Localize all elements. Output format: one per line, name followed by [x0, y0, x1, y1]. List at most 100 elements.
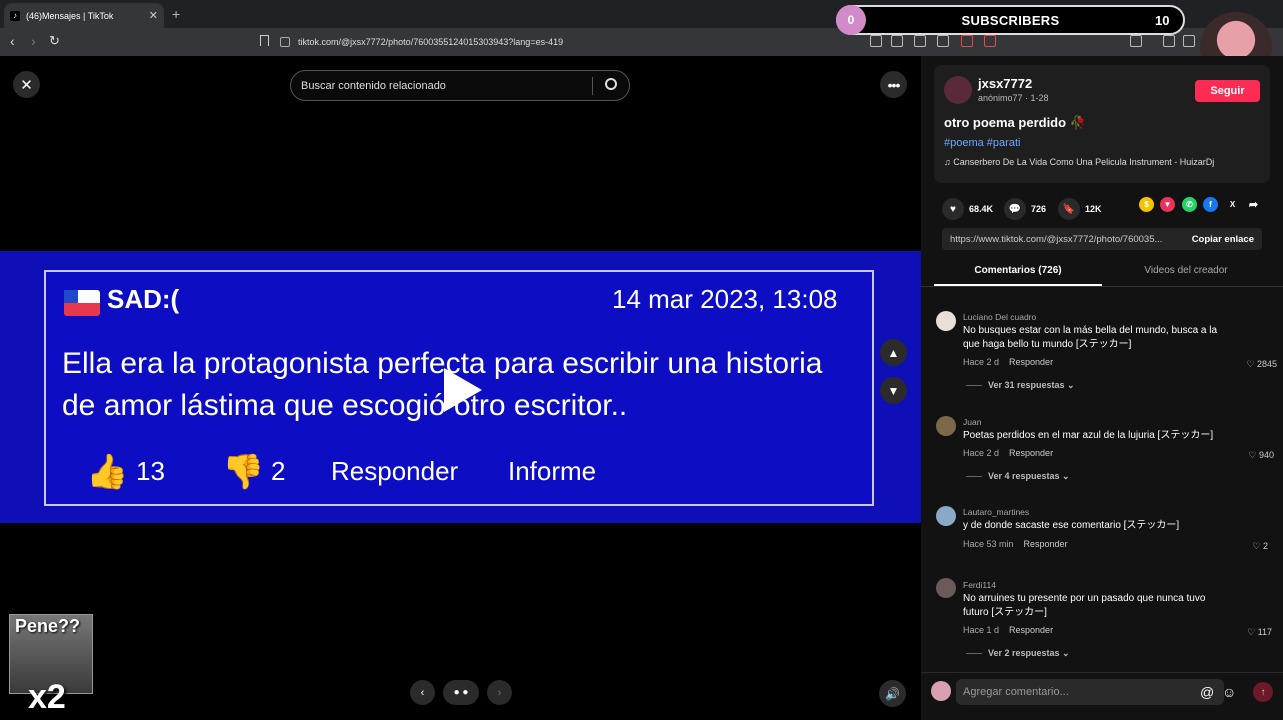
- share-page-icon[interactable]: [937, 35, 949, 47]
- bookmark-save-icon: 🔖: [1058, 198, 1080, 220]
- comment-like-count: 117: [1257, 627, 1272, 637]
- speaker-icon: 🔊: [885, 686, 900, 701]
- post-hashtags[interactable]: #poema #parati: [944, 137, 1020, 149]
- sticker-caption: Pene??: [15, 616, 81, 636]
- author-username[interactable]: jxsx7772: [978, 76, 1032, 91]
- facebook-icon[interactable]: f: [1203, 197, 1218, 212]
- send-comment-button[interactable]: ↑: [1253, 682, 1273, 702]
- comment-author[interactable]: Ferdi114: [963, 580, 996, 590]
- comment-avatar[interactable]: [936, 416, 956, 436]
- comment-author[interactable]: Luciano Del cuadro: [963, 312, 1036, 322]
- post-link[interactable]: https://www.tiktok.com/@jxsx7772/photo/7…: [942, 234, 1184, 245]
- back-button[interactable]: ‹: [10, 33, 15, 49]
- view-replies-button[interactable]: Ver 4 respuestas ⌄: [966, 471, 1070, 482]
- play-icon[interactable]: [444, 368, 482, 412]
- close-viewer-button[interactable]: ✕: [13, 71, 40, 98]
- x-twitter-icon[interactable]: X: [1225, 197, 1240, 212]
- comment-text: No busques estar con la más bella del mu…: [963, 325, 1218, 350]
- subscriber-goal: 10: [1155, 12, 1170, 28]
- chile-flag-icon: [64, 290, 100, 316]
- comment-reply-button[interactable]: Responder: [1009, 357, 1053, 367]
- post-music[interactable]: ♫ Canserbero De La Vida Como Una Pelicul…: [944, 157, 1214, 167]
- comment-time: Hace 1 d: [963, 625, 1000, 635]
- heart-outline-icon: ♡: [1252, 541, 1263, 551]
- browser-tab[interactable]: ♪ (46)Mensajes | TikTok ✕: [4, 3, 164, 28]
- comment-likes[interactable]: ♡ 117: [1222, 627, 1272, 638]
- comment-input[interactable]: [956, 679, 1224, 705]
- next-photo-button[interactable]: ›: [487, 680, 512, 705]
- new-tab-button[interactable]: +: [172, 6, 180, 22]
- view-replies-button[interactable]: Ver 2 respuestas ⌄: [966, 648, 1070, 659]
- reload-button[interactable]: ↻: [49, 33, 60, 49]
- comment-likes[interactable]: ♡ 2845: [1227, 359, 1277, 370]
- extension-icon[interactable]: [961, 35, 973, 47]
- photo-dots-indicator: ● ●: [443, 680, 479, 705]
- forward-button[interactable]: ›: [31, 33, 36, 49]
- tab-creator-videos[interactable]: Videos del creador: [1102, 265, 1270, 276]
- author-subline: anónimo77 · 1-28: [978, 93, 1049, 103]
- sidebar-icon[interactable]: [1183, 35, 1195, 47]
- previous-post-button[interactable]: ▲: [880, 339, 907, 366]
- comment-reply-button[interactable]: Responder: [1009, 448, 1053, 458]
- like-stat[interactable]: ♥ 68.4K: [942, 198, 993, 220]
- card-date: 14 mar 2023, 13:08: [612, 284, 838, 314]
- comment-time: Hace 53 min: [963, 539, 1014, 549]
- screenshot-icon[interactable]: [1130, 35, 1142, 47]
- subscriber-label: SUBSCRIBERS: [961, 12, 1060, 28]
- card-report-label: Informe: [508, 456, 597, 486]
- share-repost-icon[interactable]: ▼: [1160, 197, 1175, 212]
- thumbs-up-icon: 👍: [86, 453, 129, 491]
- comment-author[interactable]: Lautaro_martines: [963, 507, 1029, 517]
- comment-reply-button[interactable]: Responder: [1024, 539, 1068, 549]
- save-stat[interactable]: 🔖 12K: [1058, 198, 1102, 220]
- author-avatar[interactable]: [944, 76, 972, 104]
- comment-text: y de donde sacaste ese comentario [ステッカー…: [963, 520, 1180, 531]
- close-icon: ✕: [20, 76, 33, 94]
- share-arrow-icon[interactable]: ➦: [1246, 197, 1261, 212]
- card-dislike-count: 2: [271, 456, 286, 486]
- volume-button[interactable]: 🔊: [879, 680, 906, 707]
- more-options-button[interactable]: •••: [880, 71, 907, 98]
- comment-reply-button[interactable]: Responder: [1009, 625, 1053, 635]
- comment-likes[interactable]: ♡ 2: [1218, 541, 1268, 552]
- close-tab-icon[interactable]: ✕: [149, 9, 158, 22]
- next-post-button[interactable]: ▼: [880, 377, 907, 404]
- comment-like-count: 940: [1258, 450, 1274, 460]
- site-info-icon[interactable]: [280, 37, 290, 47]
- comment-avatar[interactable]: [936, 506, 956, 526]
- tab-comments[interactable]: Comentarios (726): [934, 265, 1102, 276]
- mention-icon[interactable]: @: [1200, 684, 1214, 700]
- copy-link-button[interactable]: Copiar enlace: [1184, 234, 1262, 245]
- comment-text: Poetas perdidos en el mar azul de la luj…: [963, 430, 1214, 441]
- emoji-icon[interactable]: ☺: [1222, 684, 1236, 700]
- translate-icon[interactable]: [870, 35, 882, 47]
- search-input[interactable]: Buscar contenido relacionado: [301, 80, 446, 92]
- related-search-bar[interactable]: Buscar contenido relacionado: [290, 70, 630, 101]
- prev-photo-button[interactable]: ‹: [410, 680, 435, 705]
- comment-stat[interactable]: 💬 726: [1004, 198, 1046, 220]
- view-replies-button[interactable]: Ver 31 respuestas ⌄: [966, 380, 1075, 391]
- comment-count: 726: [1031, 204, 1047, 214]
- media-control-icon[interactable]: [1163, 35, 1175, 47]
- comment-meta: Hace 2 d Responder: [963, 357, 1053, 367]
- language-icon[interactable]: [891, 35, 903, 47]
- my-avatar: [931, 681, 951, 701]
- subscriber-goal-overlay: 0 SUBSCRIBERS 10: [836, 5, 1185, 35]
- comment-time: Hace 2 d: [963, 448, 1000, 458]
- comment-author[interactable]: Juan: [963, 417, 981, 427]
- subscriber-count: 0: [836, 5, 866, 35]
- whatsapp-icon[interactable]: ✆: [1182, 197, 1197, 212]
- follow-button[interactable]: Seguir: [1195, 80, 1260, 102]
- comment-avatar[interactable]: [936, 578, 956, 598]
- bookmark-icon[interactable]: [260, 35, 269, 46]
- comment-likes[interactable]: ♡ 940: [1224, 450, 1274, 461]
- share-coin-icon[interactable]: $: [1139, 197, 1154, 212]
- search-divider: [592, 77, 593, 95]
- comment-like-count: 2845: [1256, 359, 1277, 369]
- search-icon[interactable]: [605, 78, 617, 90]
- comment-time: Hace 2 d: [963, 357, 1000, 367]
- heart-icon: ♥: [942, 198, 964, 220]
- print-icon[interactable]: [914, 35, 926, 47]
- comment-avatar[interactable]: [936, 311, 956, 331]
- extension-alert-icon[interactable]: [984, 35, 996, 47]
